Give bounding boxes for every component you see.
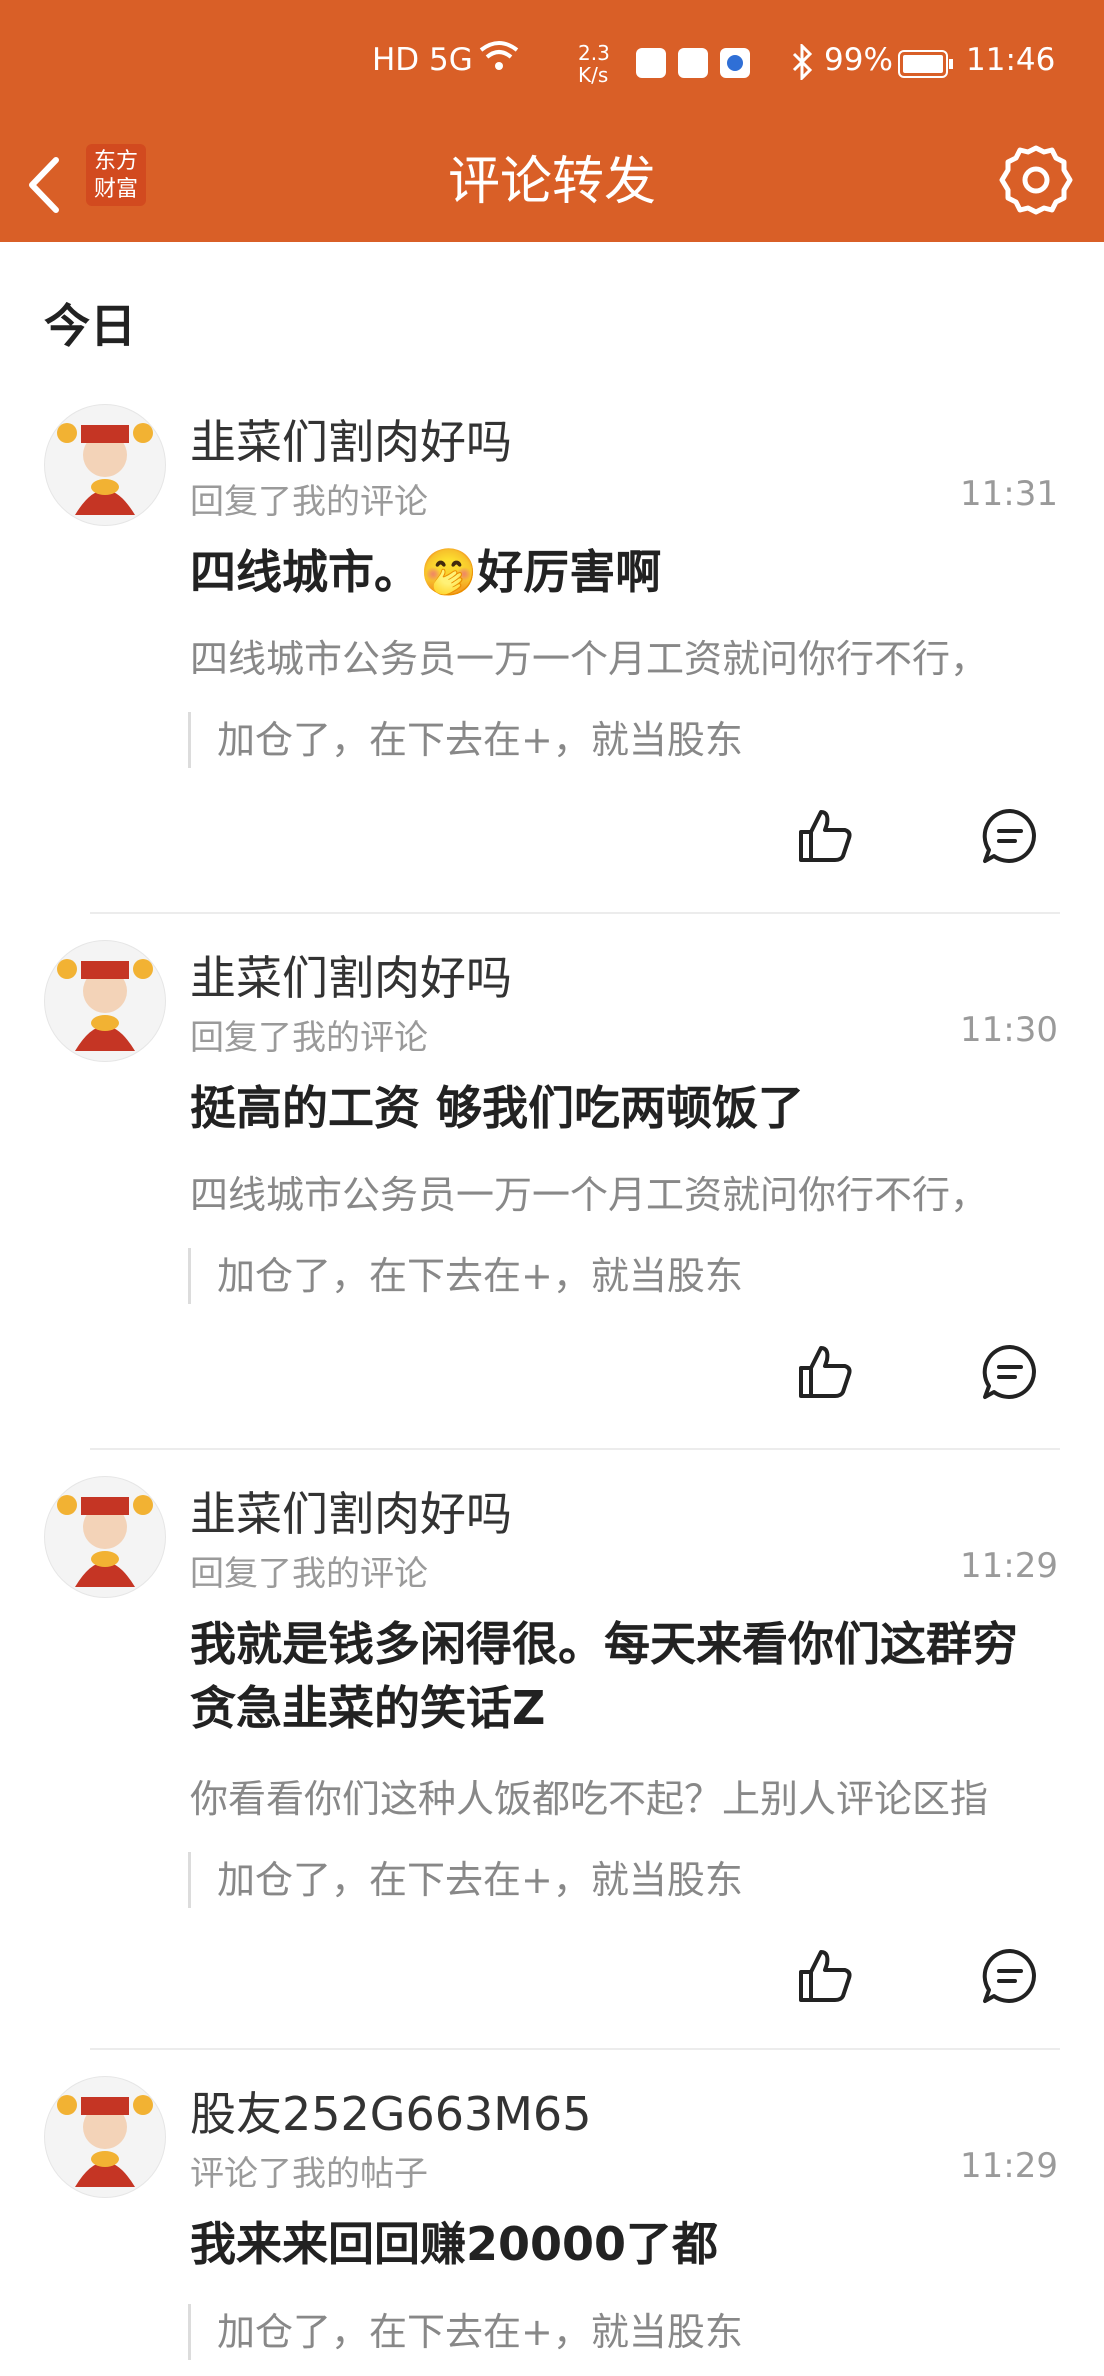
comment-item[interactable]: 韭菜们割肉好吗 回复了我的评论 11:29 我就是钱多闲得很。每天来看你们这群穷… bbox=[0, 1468, 1104, 2048]
comment-item[interactable]: 韭菜们割肉好吗 回复了我的评论 11:30 挺高的工资 够我们吃两顿饭了 四线城… bbox=[0, 932, 1104, 1442]
original-post[interactable]: 加仓了，在下去在+，就当股东 bbox=[188, 712, 743, 768]
divider bbox=[90, 1448, 1060, 1450]
thumbs-up-icon[interactable] bbox=[795, 1342, 855, 1402]
page-title: 评论转发 bbox=[447, 152, 656, 212]
bluetooth-icon bbox=[790, 42, 814, 88]
action-text: 回复了我的评论 bbox=[190, 482, 428, 522]
clock: 11:46 bbox=[966, 42, 1056, 78]
reply-text: 四线城市。🤭好厉害啊 bbox=[190, 545, 662, 599]
timestamp: 11:29 bbox=[960, 1546, 1058, 1586]
avatar[interactable] bbox=[44, 2076, 166, 2198]
notification-icons bbox=[636, 46, 756, 88]
avatar[interactable] bbox=[44, 404, 166, 526]
action-text: 回复了我的评论 bbox=[190, 1554, 428, 1594]
timestamp: 11:29 bbox=[960, 2146, 1058, 2186]
original-post[interactable]: 加仓了，在下去在+，就当股东 bbox=[188, 1852, 743, 1908]
network-speed: 2.3 K/s bbox=[578, 41, 610, 87]
status-bar: HD 5G 2.3 K/s 99% 11:46 bbox=[0, 0, 1104, 130]
wifi-icon bbox=[478, 38, 520, 82]
comment-bubble-icon[interactable] bbox=[980, 806, 1040, 866]
thumbs-up-icon[interactable] bbox=[795, 806, 855, 866]
timestamp: 11:31 bbox=[960, 474, 1058, 514]
action-text: 回复了我的评论 bbox=[190, 1018, 428, 1058]
section-title-today: 今日 bbox=[44, 299, 136, 353]
comment-bubble-icon[interactable] bbox=[980, 1946, 1040, 2006]
thumbs-up-icon[interactable] bbox=[795, 1946, 855, 2006]
comment-item[interactable]: 韭菜们割肉好吗 回复了我的评论 11:31 四线城市。🤭好厉害啊 四线城市公务员… bbox=[0, 396, 1104, 906]
avatar[interactable] bbox=[44, 1476, 166, 1598]
quoted-comment[interactable]: 你看看你们这种人饭都吃不起？上别人评论区指 bbox=[190, 1768, 1060, 1823]
action-text: 评论了我的帖子 bbox=[190, 2154, 428, 2194]
original-post[interactable]: 加仓了，在下去在+，就当股东 bbox=[188, 2304, 743, 2360]
quoted-comment[interactable]: 四线城市公务员一万一个月工资就问你行不行， bbox=[190, 1164, 1060, 1219]
comment-item[interactable]: 股友252G663M65 评论了我的帖子 11:29 我来来回回赚20000了都… bbox=[0, 2068, 1104, 2376]
divider bbox=[90, 912, 1060, 914]
original-post[interactable]: 加仓了，在下去在+，就当股东 bbox=[188, 1248, 743, 1304]
nav-bar: 东方 财富 评论转发 bbox=[0, 130, 1104, 242]
reply-text: 我来来回回赚20000了都 bbox=[190, 2217, 719, 2271]
battery-icon bbox=[898, 50, 954, 86]
divider bbox=[90, 2048, 1060, 2050]
reply-text: 我就是钱多闲得很。每天来看你们这群穷贪急韭菜的笑话Z bbox=[190, 1617, 1018, 1735]
network-indicator: HD 5G bbox=[372, 42, 473, 78]
app-header: HD 5G 2.3 K/s 99% 11:46 东方 财富 评论转发 bbox=[0, 0, 1104, 242]
username[interactable]: 股友252G663M65 bbox=[190, 2078, 591, 2144]
comment-bubble-icon[interactable] bbox=[980, 1342, 1040, 1402]
gear-icon[interactable] bbox=[998, 142, 1074, 218]
username[interactable]: 韭菜们割肉好吗 bbox=[190, 406, 512, 472]
timestamp: 11:30 bbox=[960, 1010, 1058, 1050]
reply-text: 挺高的工资 够我们吃两顿饭了 bbox=[190, 1081, 805, 1135]
battery-level: 99% bbox=[824, 42, 893, 78]
quoted-comment[interactable]: 四线城市公务员一万一个月工资就问你行不行， bbox=[190, 628, 1060, 683]
username[interactable]: 韭菜们割肉好吗 bbox=[190, 942, 512, 1008]
username[interactable]: 韭菜们割肉好吗 bbox=[190, 1478, 512, 1544]
avatar[interactable] bbox=[44, 940, 166, 1062]
